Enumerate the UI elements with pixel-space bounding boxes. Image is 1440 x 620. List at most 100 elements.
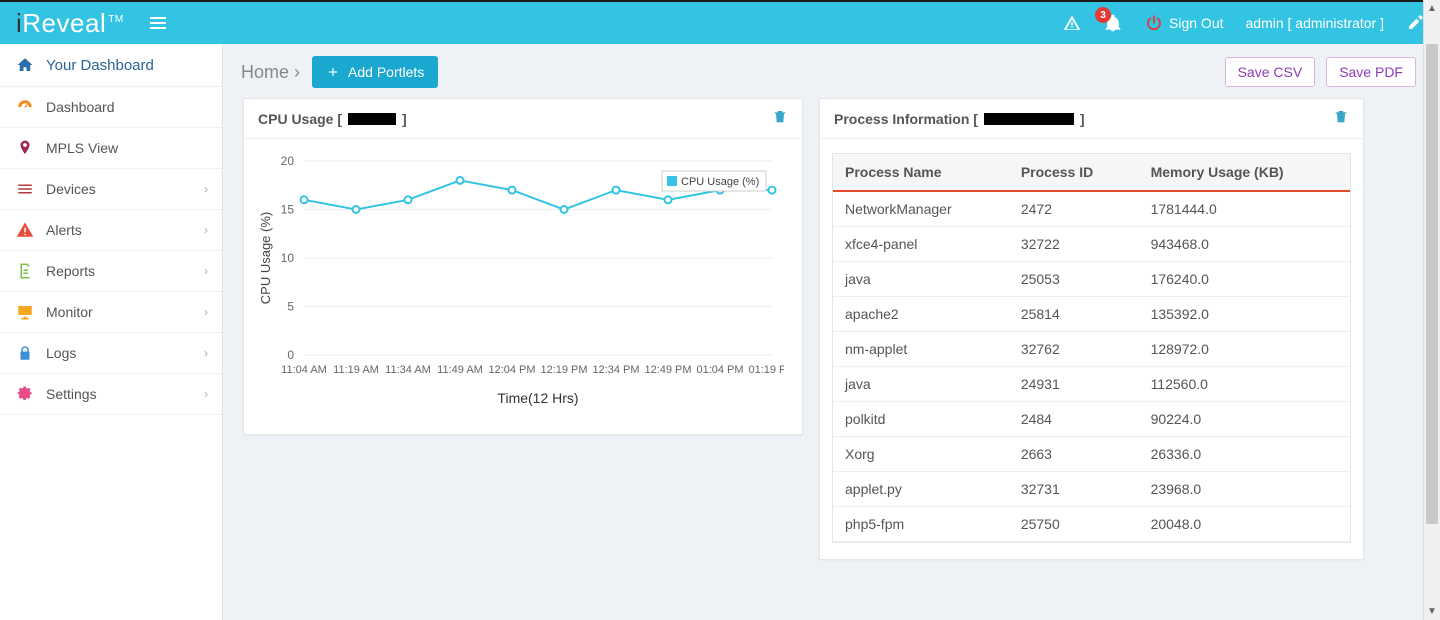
proc-panel-title-suffix: ] bbox=[1080, 111, 1085, 127]
lock-icon bbox=[16, 344, 34, 362]
brand-logo: iRevealTM bbox=[16, 8, 124, 39]
plus-icon bbox=[326, 65, 340, 79]
gear-icon bbox=[16, 385, 34, 403]
table-cell: 24931 bbox=[1009, 367, 1139, 402]
chevron-right-icon: › bbox=[204, 387, 208, 401]
table-cell: php5-fpm bbox=[833, 507, 1009, 542]
topbar-right: 3 Sign Out admin [ administrator ] bbox=[1063, 13, 1424, 33]
process-table-wrap: Process NameProcess IDMemory Usage (KB) … bbox=[820, 139, 1363, 559]
cpu-line-chart: 0510152011:04 AM11:19 AM11:34 AM11:49 AM… bbox=[256, 153, 784, 413]
edit-pencil-icon[interactable] bbox=[1406, 14, 1424, 32]
table-cell: xfce4-panel bbox=[833, 227, 1009, 262]
table-row: apache225814135392.0 bbox=[833, 297, 1350, 332]
sign-out-link[interactable]: Sign Out bbox=[1145, 14, 1223, 32]
sidebar-item-label: Settings bbox=[46, 386, 97, 402]
table-row: NetworkManager24721781444.0 bbox=[833, 191, 1350, 227]
svg-text:0: 0 bbox=[287, 348, 294, 362]
process-table-body: NetworkManager24721781444.0xfce4-panel32… bbox=[833, 191, 1350, 542]
sidebar-item-settings[interactable]: Settings › bbox=[0, 374, 222, 415]
home-icon bbox=[16, 56, 34, 74]
sign-out-label: Sign Out bbox=[1169, 15, 1223, 31]
alert-triangle-icon[interactable] bbox=[1063, 14, 1081, 32]
save-pdf-button[interactable]: Save PDF bbox=[1326, 57, 1416, 87]
table-row: nm-applet32762128972.0 bbox=[833, 332, 1350, 367]
table-cell: 32731 bbox=[1009, 472, 1139, 507]
table-cell: 1781444.0 bbox=[1139, 191, 1350, 227]
scroll-thumb[interactable] bbox=[1426, 44, 1438, 524]
sidebar-item-mpls-view[interactable]: MPLS View bbox=[0, 128, 222, 169]
svg-text:12:04 PM: 12:04 PM bbox=[488, 364, 535, 376]
table-row: php5-fpm2575020048.0 bbox=[833, 507, 1350, 542]
cpu-panel-title-suffix: ] bbox=[402, 111, 407, 127]
table-cell: 128972.0 bbox=[1139, 332, 1350, 367]
table-row: java25053176240.0 bbox=[833, 262, 1350, 297]
table-cell: java bbox=[833, 367, 1009, 402]
alert-icon bbox=[16, 221, 34, 239]
table-cell: 112560.0 bbox=[1139, 367, 1350, 402]
column-header[interactable]: Process ID bbox=[1009, 154, 1139, 191]
cpu-chart-body: 0510152011:04 AM11:19 AM11:34 AM11:49 AM… bbox=[244, 139, 802, 434]
menu-toggle-icon[interactable] bbox=[150, 17, 166, 29]
scroll-down-arrow[interactable]: ▼ bbox=[1424, 603, 1440, 620]
sidebar-header[interactable]: Your Dashboard bbox=[0, 44, 222, 87]
scroll-up-arrow[interactable]: ▲ bbox=[1424, 0, 1440, 17]
table-row: Xorg266326336.0 bbox=[833, 437, 1350, 472]
chevron-right-icon: › bbox=[204, 182, 208, 196]
monitor-icon bbox=[16, 303, 34, 321]
table-cell: 23968.0 bbox=[1139, 472, 1350, 507]
delete-proc-panel-button[interactable] bbox=[1333, 109, 1349, 128]
sidebar-title: Your Dashboard bbox=[46, 57, 154, 74]
user-menu[interactable]: admin [ administrator ] bbox=[1246, 15, 1385, 31]
svg-text:Time(12 Hrs): Time(12 Hrs) bbox=[497, 390, 578, 406]
redacted-host-2 bbox=[984, 113, 1074, 125]
chevron-right-icon: › bbox=[204, 223, 208, 237]
trash-icon bbox=[1333, 109, 1349, 125]
table-cell: 26336.0 bbox=[1139, 437, 1350, 472]
save-csv-button[interactable]: Save CSV bbox=[1225, 57, 1316, 87]
sidebar-item-label: Dashboard bbox=[46, 99, 115, 115]
add-portlets-button[interactable]: Add Portlets bbox=[312, 56, 438, 88]
table-cell: 25750 bbox=[1009, 507, 1139, 542]
table-cell: Xorg bbox=[833, 437, 1009, 472]
table-cell: 2663 bbox=[1009, 437, 1139, 472]
cpu-panel-header: CPU Usage [ ] bbox=[244, 99, 802, 139]
notifications-bell[interactable]: 3 bbox=[1103, 13, 1123, 33]
svg-text:01:04 PM: 01:04 PM bbox=[696, 364, 743, 376]
sidebar-item-logs[interactable]: Logs› bbox=[0, 333, 222, 374]
dashboard-icon bbox=[16, 98, 34, 116]
table-cell: 32722 bbox=[1009, 227, 1139, 262]
sidebar-item-reports[interactable]: Reports› bbox=[0, 251, 222, 292]
table-cell: 943468.0 bbox=[1139, 227, 1350, 262]
svg-text:11:49 AM: 11:49 AM bbox=[437, 364, 483, 376]
sidebar-item-label: Monitor bbox=[46, 304, 93, 320]
column-header[interactable]: Memory Usage (KB) bbox=[1139, 154, 1350, 191]
table-cell: nm-applet bbox=[833, 332, 1009, 367]
toolbar: Home › Add Portlets Save CSV Save PDF bbox=[223, 44, 1440, 98]
topbar: iRevealTM 3 Sign Out admin [ administrat… bbox=[0, 0, 1440, 44]
pin-icon bbox=[16, 139, 34, 157]
table-cell: 2472 bbox=[1009, 191, 1139, 227]
column-header[interactable]: Process Name bbox=[833, 154, 1009, 191]
devices-icon bbox=[16, 180, 34, 198]
sidebar-item-devices[interactable]: Devices› bbox=[0, 169, 222, 210]
table-cell: 176240.0 bbox=[1139, 262, 1350, 297]
table-cell: 25814 bbox=[1009, 297, 1139, 332]
cpu-panel-title: CPU Usage [ bbox=[258, 111, 342, 127]
svg-text:11:34 AM: 11:34 AM bbox=[385, 364, 431, 376]
table-cell: 2484 bbox=[1009, 402, 1139, 437]
svg-text:5: 5 bbox=[287, 300, 294, 314]
table-cell: applet.py bbox=[833, 472, 1009, 507]
sidebar-item-monitor[interactable]: Monitor› bbox=[0, 292, 222, 333]
page-scrollbar[interactable]: ▲ ▼ bbox=[1423, 0, 1440, 620]
sidebar-item-alerts[interactable]: Alerts› bbox=[0, 210, 222, 251]
sidebar-item-dashboard[interactable]: Dashboard bbox=[0, 87, 222, 128]
table-cell: 25053 bbox=[1009, 262, 1139, 297]
proc-panel-title: Process Information [ bbox=[834, 111, 978, 127]
table-row: xfce4-panel32722943468.0 bbox=[833, 227, 1350, 262]
breadcrumb[interactable]: Home › bbox=[241, 62, 300, 83]
chevron-right-icon: › bbox=[204, 264, 208, 278]
power-icon bbox=[1145, 14, 1163, 32]
delete-cpu-panel-button[interactable] bbox=[772, 109, 788, 128]
process-table: Process NameProcess IDMemory Usage (KB) … bbox=[833, 154, 1350, 542]
content-row: CPU Usage [ ] 0510152011:04 AM11:19 AM11… bbox=[223, 98, 1440, 580]
